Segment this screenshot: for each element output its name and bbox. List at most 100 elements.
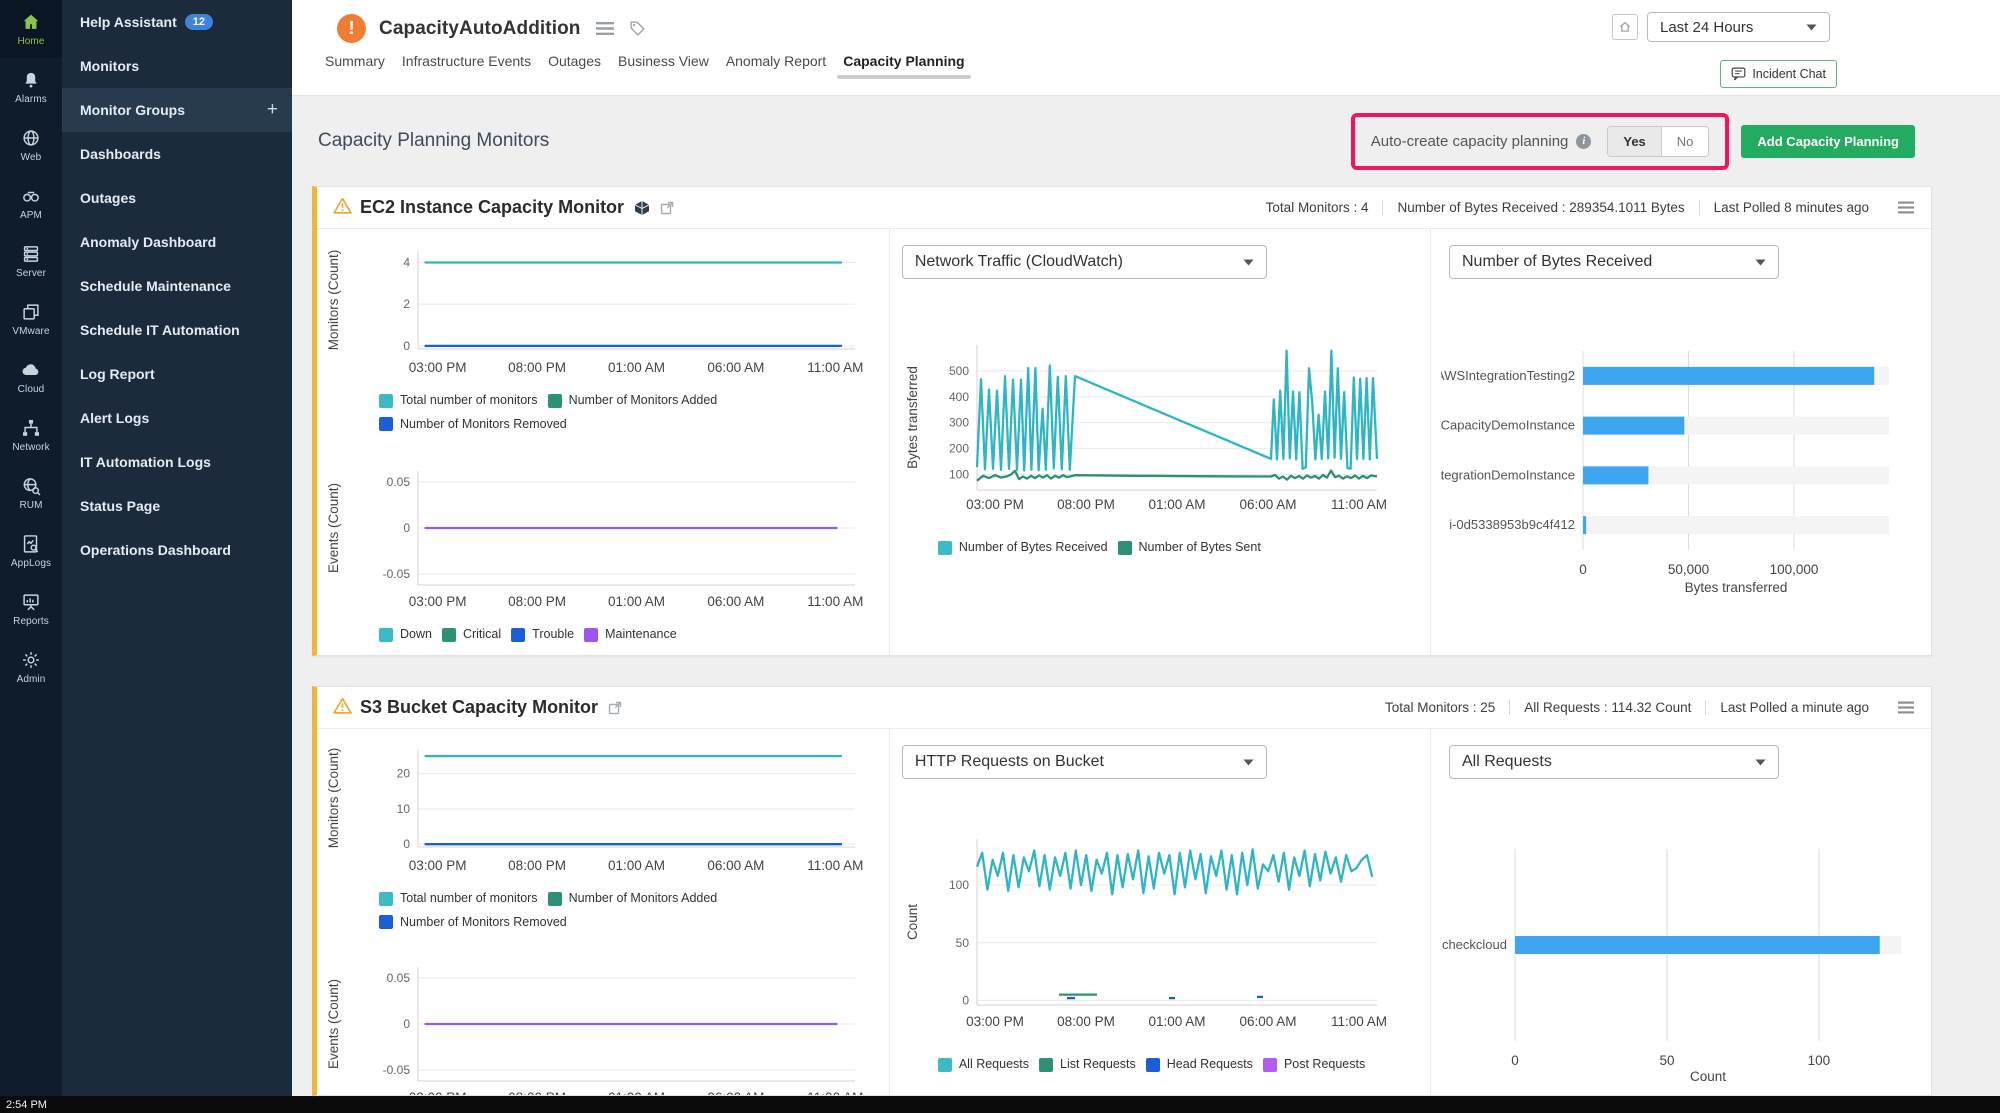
- tab-anomaly-report[interactable]: Anomaly Report: [726, 53, 826, 69]
- sidebar-item-alert-logs[interactable]: Alert Logs: [62, 396, 292, 440]
- info-icon[interactable]: i: [1576, 134, 1591, 149]
- svg-text:06:00 AM: 06:00 AM: [707, 360, 764, 375]
- svg-text:11:00 AM: 11:00 AM: [807, 858, 863, 873]
- rail-item-label: APM: [20, 210, 42, 221]
- sidebar-item-schedule-it-automation[interactable]: Schedule IT Automation: [62, 308, 292, 352]
- sidebar-item-operations-dashboard[interactable]: Operations Dashboard: [62, 528, 292, 572]
- svg-text:0: 0: [1579, 562, 1587, 577]
- title-menu-icon[interactable]: [595, 21, 615, 36]
- legend-item: Number of Monitors Removed: [379, 912, 567, 933]
- ec2-bar-dropdown-value: Number of Bytes Received: [1462, 253, 1652, 271]
- stat-item: All Requests : 114.32 Count: [1509, 700, 1705, 715]
- time-range-value: Last 24 Hours: [1660, 19, 1753, 36]
- aws-cube-icon: [634, 200, 650, 216]
- svg-text:03:00 PM: 03:00 PM: [409, 858, 467, 873]
- sidebar-item-label: Status Page: [80, 498, 160, 514]
- s3-metric-dropdown[interactable]: HTTP Requests on Bucket: [902, 745, 1267, 779]
- default-range-icon[interactable]: [1612, 14, 1638, 40]
- main-area: ! CapacityAutoAddition SummaryInfrastruc…: [292, 0, 2000, 1096]
- svg-text:06:00 AM: 06:00 AM: [707, 858, 764, 873]
- rail-item-rum[interactable]: RUM: [0, 464, 62, 522]
- rail-item-home[interactable]: Home: [0, 0, 62, 58]
- rail-item-apm[interactable]: APM: [0, 174, 62, 232]
- sidebar-item-log-report[interactable]: Log Report: [62, 352, 292, 396]
- svg-text:2: 2: [403, 297, 410, 311]
- ec2-bar-dropdown[interactable]: Number of Bytes Received: [1449, 245, 1779, 279]
- rail-item-alarms[interactable]: Alarms: [0, 58, 62, 116]
- svg-text:03:00 PM: 03:00 PM: [966, 497, 1024, 512]
- rail-item-label: Alarms: [15, 94, 47, 105]
- sidebar-item-monitors[interactable]: Monitors: [62, 44, 292, 88]
- svg-text:Bytes transferred: Bytes transferred: [905, 366, 920, 469]
- rail-item-label: Server: [16, 268, 46, 279]
- rail-item-reports[interactable]: Reports: [0, 580, 62, 638]
- svg-text:300: 300: [949, 416, 969, 430]
- sidebar-item-dashboards[interactable]: Dashboards: [62, 132, 292, 176]
- tab-capacity-planning[interactable]: Capacity Planning: [843, 53, 964, 69]
- stat-item: Last Polled a minute ago: [1705, 700, 1883, 715]
- ec2-traffic-chart: Bytes transferred10020030040050003:00 PM…: [902, 331, 1430, 521]
- s3-card-header: S3 Bucket Capacity Monitor Total Monitor…: [317, 687, 1931, 729]
- rail-item-label: Reports: [13, 616, 49, 627]
- incident-chat-button[interactable]: Incident Chat: [1720, 60, 1837, 88]
- svg-text:0: 0: [403, 1017, 410, 1031]
- add-capacity-planning-button[interactable]: Add Capacity Planning: [1741, 125, 1915, 158]
- icon-rail: Home Alarms Web APM Server VMware Cloud Network…: [0, 0, 62, 1096]
- tag-icon[interactable]: [629, 20, 646, 37]
- svg-text:0: 0: [403, 339, 410, 353]
- sidebar-item-label: Help Assistant: [80, 14, 177, 30]
- s3-monitor-card: S3 Bucket Capacity Monitor Total Monitor…: [312, 686, 1932, 1096]
- legend-item: Number of Bytes Received: [938, 537, 1108, 558]
- cloud-icon: [20, 359, 42, 381]
- app-window: Home Alarms Web APM Server VMware Cloud Network…: [0, 0, 2000, 1113]
- tab-business-view[interactable]: Business View: [618, 53, 709, 69]
- sidebar-item-anomaly-dashboard[interactable]: Anomaly Dashboard: [62, 220, 292, 264]
- svg-text:0: 0: [403, 837, 410, 851]
- svg-text:Events (Count): Events (Count): [326, 979, 341, 1069]
- rail-item-network[interactable]: Network: [0, 406, 62, 464]
- svg-text:Bytes transferred: Bytes transferred: [1685, 580, 1788, 595]
- rail-item-server[interactable]: Server: [0, 232, 62, 290]
- sidebar-item-it-automation-logs[interactable]: IT Automation Logs: [62, 440, 292, 484]
- time-range-dropdown[interactable]: Last 24 Hours: [1647, 12, 1830, 42]
- page-head: Capacity Planning Monitors Auto-create c…: [292, 96, 2000, 186]
- ec2-card-body: Monitors (Count)02403:00 PM08:00 PM01:00…: [317, 229, 1931, 655]
- sidebar-item-label: IT Automation Logs: [80, 454, 211, 470]
- sidebar-item-monitor-groups[interactable]: Monitor Groups+: [62, 88, 292, 132]
- external-link-icon[interactable]: [608, 701, 622, 715]
- rail-item-applogs[interactable]: AppLogs: [0, 522, 62, 580]
- svg-text:06:00 AM: 06:00 AM: [707, 594, 764, 609]
- s3-metric-dropdown-value: HTTP Requests on Bucket: [915, 753, 1104, 771]
- bottom-strip: 2:54 PM: [0, 1096, 2000, 1113]
- sidebar-item-outages[interactable]: Outages: [62, 176, 292, 220]
- rail-item-admin[interactable]: Admin: [0, 638, 62, 696]
- toggle-no-button[interactable]: No: [1662, 127, 1709, 156]
- sidebar-menu: Help Assistant12 Monitors Monitor Groups+D…: [62, 0, 292, 1096]
- s3-bar-dropdown[interactable]: All Requests: [1449, 745, 1779, 779]
- rail-item-web[interactable]: Web: [0, 116, 62, 174]
- ec2-monitor-title[interactable]: EC2 Instance Capacity Monitor: [360, 197, 624, 218]
- s3-monitor-title[interactable]: S3 Bucket Capacity Monitor: [360, 697, 598, 718]
- sidebar-item-help-assistant[interactable]: Help Assistant12: [62, 0, 292, 44]
- sidebar-item-label: Monitors: [80, 58, 139, 74]
- binoculars-icon: [20, 185, 42, 207]
- add-monitor-group-icon[interactable]: +: [267, 99, 278, 121]
- svg-text:4: 4: [403, 255, 410, 269]
- tab-outages[interactable]: Outages: [548, 53, 601, 69]
- sidebar-item-schedule-maintenance[interactable]: Schedule Maintenance: [62, 264, 292, 308]
- rail-item-vmware[interactable]: VMware: [0, 290, 62, 348]
- rail-item-label: Cloud: [18, 384, 45, 395]
- s3-card-menu-icon[interactable]: [1897, 701, 1915, 714]
- toggle-yes-button[interactable]: Yes: [1608, 127, 1661, 156]
- svg-text:11:00 AM: 11:00 AM: [1331, 497, 1387, 512]
- network-icon: [20, 417, 42, 439]
- sidebar-item-status-page[interactable]: Status Page: [62, 484, 292, 528]
- incident-chat-label: Incident Chat: [1752, 67, 1826, 81]
- sidebar-item-label: Schedule IT Automation: [80, 322, 240, 338]
- ec2-metric-dropdown[interactable]: Network Traffic (CloudWatch): [902, 245, 1267, 279]
- tab-summary[interactable]: Summary: [325, 53, 385, 69]
- external-link-icon[interactable]: [660, 201, 674, 215]
- ec2-card-menu-icon[interactable]: [1897, 201, 1915, 214]
- tab-infrastructure-events[interactable]: Infrastructure Events: [402, 53, 531, 69]
- rail-item-cloud[interactable]: Cloud: [0, 348, 62, 406]
